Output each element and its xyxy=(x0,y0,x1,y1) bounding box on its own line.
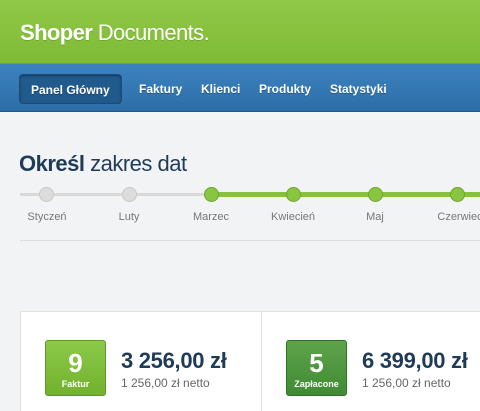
paid-gross-amount: 6 399,00 zł xyxy=(362,348,468,373)
timeline-dot-marzec[interactable] xyxy=(204,187,219,202)
timeline-dot-kwiecien[interactable] xyxy=(286,187,301,202)
invoice-count-badge: 9 Faktur xyxy=(45,340,106,396)
nav-item-faktury[interactable]: Faktury xyxy=(139,74,182,104)
logo-light-text: Documents. xyxy=(92,20,210,45)
invoice-count: 9 xyxy=(68,348,83,378)
month-label-luty[interactable]: Luty xyxy=(89,211,169,223)
main-content: Określ zakres dat Styczeń Luty Marzec Kw… xyxy=(0,113,480,411)
nav-item-produkty[interactable]: Produkty xyxy=(259,74,311,104)
paid-count-label: Zapłacone xyxy=(294,379,339,389)
title-light-text: zakres dat xyxy=(84,151,187,176)
paid-net-amount: 1 256,00 zł netto xyxy=(362,376,451,390)
month-label-styczen[interactable]: Styczeń xyxy=(7,211,87,223)
timeline-dot-luty[interactable] xyxy=(122,187,137,202)
timeline-dot-styczen[interactable] xyxy=(39,187,54,202)
paid-summary-card[interactable]: 5 Zapłacone 6 399,00 zł 1 256,00 zł nett… xyxy=(261,311,480,411)
invoice-count-label: Faktur xyxy=(61,379,90,389)
month-label-marzec[interactable]: Marzec xyxy=(171,211,251,223)
main-navigation: Panel Główny Faktury Klienci Produkty St… xyxy=(0,64,480,112)
logo-bold-text: Shoper xyxy=(20,20,93,45)
app-header: Shoper Documents. xyxy=(0,0,480,64)
app-logo[interactable]: Shoper Documents. xyxy=(20,20,210,46)
month-label-maj[interactable]: Maj xyxy=(335,211,415,223)
nav-item-statystyki[interactable]: Statystyki xyxy=(330,74,387,104)
invoice-net-amount: 1 256,00 zł netto xyxy=(121,376,210,390)
timeline-dot-czerwiec[interactable] xyxy=(450,187,465,202)
month-label-czerwiec[interactable]: Czerwiec xyxy=(420,211,480,223)
invoices-summary-card[interactable]: 9 Faktur 3 256,00 zł 1 256,00 zł netto xyxy=(20,311,262,411)
nav-item-klienci[interactable]: Klienci xyxy=(201,74,240,104)
month-label-kwiecien[interactable]: Kwiecień xyxy=(253,211,333,223)
nav-item-panel-glowny[interactable]: Panel Główny xyxy=(19,74,122,104)
invoice-gross-amount: 3 256,00 zł xyxy=(121,348,227,373)
section-divider xyxy=(20,240,480,241)
title-bold-text: Określ xyxy=(19,151,85,176)
paid-count-badge: 5 Zapłacone xyxy=(286,340,347,396)
timeline-dot-maj[interactable] xyxy=(368,187,383,202)
date-range-title: Określ zakres dat xyxy=(19,151,187,177)
timeline-track-selected xyxy=(210,192,480,197)
paid-count: 5 xyxy=(309,348,324,378)
